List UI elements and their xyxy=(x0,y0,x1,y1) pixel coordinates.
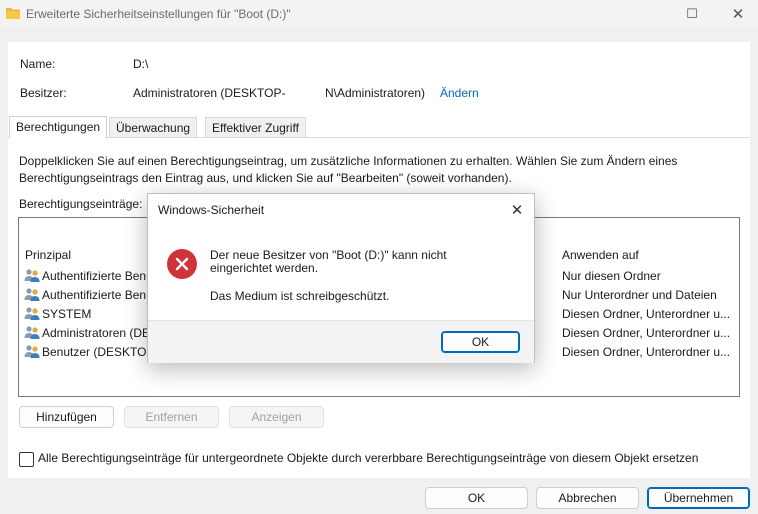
remove-button[interactable]: Entfernen xyxy=(124,406,219,428)
apply-to-value: Diesen Ordner, Unterordner u... xyxy=(562,307,731,321)
view-button[interactable]: Anzeigen xyxy=(229,406,324,428)
dialog-close-button[interactable]: ✕ xyxy=(504,198,530,222)
dialog-detail: Das Medium ist schreibgeschützt. xyxy=(210,289,390,303)
table-row[interactable]: Benutzer (DESKTOP- xyxy=(24,343,159,362)
apply-button[interactable]: Übernehmen xyxy=(647,487,750,509)
description-line-2: Berechtigungseintrags den Eintrag aus, u… xyxy=(19,171,512,185)
column-header-principal[interactable]: Prinzipal xyxy=(25,248,71,262)
users-icon xyxy=(24,345,40,358)
window-title: Erweiterte Sicherheitseinstellungen für … xyxy=(26,7,291,21)
apply-to-value: Diesen Ordner, Unterordner u... xyxy=(562,326,731,340)
name-value: D:\ xyxy=(133,57,149,71)
column-header-apply-to[interactable]: Anwenden auf xyxy=(562,248,639,262)
table-row[interactable]: Authentifizierte Benu xyxy=(24,286,159,305)
replace-permissions-label: Alle Berechtigungseinträge für untergeor… xyxy=(38,451,699,465)
table-row[interactable]: Authentifizierte Benu xyxy=(24,267,159,286)
users-icon xyxy=(24,269,40,282)
description-line-1: Doppelklicken Sie auf einen Berechtigung… xyxy=(19,154,678,168)
apply-to-value: Nur Unterordner und Dateien xyxy=(562,288,717,302)
principal-name: Administratoren (DES xyxy=(42,326,159,340)
replace-permissions-checkbox[interactable] xyxy=(19,452,34,467)
principal-name: Authentifizierte Benu xyxy=(42,269,153,283)
add-button[interactable]: Hinzufügen xyxy=(19,406,114,428)
title-bar: Erweiterte Sicherheitseinstellungen für … xyxy=(0,0,758,28)
dialog-title: Windows-Sicherheit xyxy=(158,203,265,217)
principal-name: SYSTEM xyxy=(42,307,92,321)
footer-bar xyxy=(0,478,758,514)
folder-icon xyxy=(6,8,20,19)
error-icon xyxy=(167,249,197,279)
entries-label: Berechtigungseinträge: xyxy=(19,197,143,211)
tab-auditing[interactable]: Überwachung xyxy=(109,117,198,137)
users-icon xyxy=(24,326,40,339)
principal-name: Authentifizierte Benu xyxy=(42,288,153,302)
change-owner-link[interactable]: Ändern xyxy=(440,86,479,100)
error-dialog: Windows-Sicherheit ✕ Der neue Besitzer v… xyxy=(147,193,535,363)
dialog-footer: OK xyxy=(148,320,534,363)
principal-name: Benutzer (DESKTOP- xyxy=(42,345,159,359)
tab-permissions[interactable]: Berechtigungen xyxy=(9,116,108,138)
users-icon xyxy=(24,288,40,301)
tab-effective-access[interactable]: Effektiver Zugriff xyxy=(205,117,306,137)
dialog-ok-button[interactable]: OK xyxy=(441,331,520,353)
close-window-button[interactable]: ✕ xyxy=(718,0,758,28)
apply-to-value: Nur diesen Ordner xyxy=(562,269,661,283)
table-row[interactable]: SYSTEM xyxy=(24,305,159,324)
owner-value-part2: N\Administratoren) xyxy=(325,86,426,100)
table-row[interactable]: Administratoren (DES xyxy=(24,324,159,343)
dialog-message: Der neue Besitzer von "Boot (D:)" kann n… xyxy=(210,248,447,275)
name-label: Name: xyxy=(20,57,56,71)
cancel-button[interactable]: Abbrechen xyxy=(536,487,639,509)
owner-value-part1: Administratoren (DESKTOP- xyxy=(133,86,286,100)
apply-to-value: Diesen Ordner, Unterordner u... xyxy=(562,345,731,359)
ok-button[interactable]: OK xyxy=(425,487,528,509)
owner-label: Besitzer: xyxy=(20,86,67,100)
maximize-button[interactable]: ☐ xyxy=(672,0,712,28)
users-icon xyxy=(24,307,40,320)
